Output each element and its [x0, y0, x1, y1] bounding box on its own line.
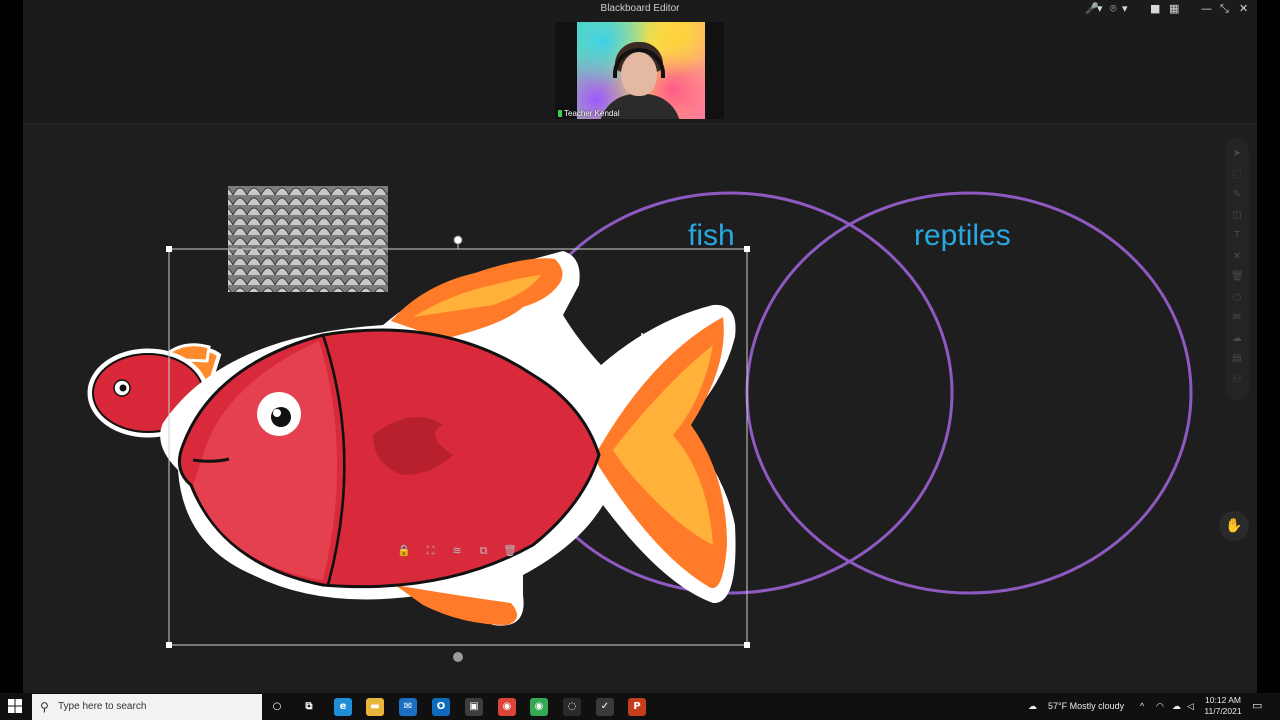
- tools-icon[interactable]: ✕: [1231, 251, 1243, 263]
- fish-scales-image[interactable]: [228, 186, 388, 292]
- layers-icon[interactable]: ≋: [450, 544, 464, 558]
- restore-button[interactable]: ⤡: [1220, 2, 1229, 16]
- task-view-icon[interactable]: ⧉: [300, 698, 318, 716]
- close-button[interactable]: ✕: [1239, 2, 1248, 16]
- rotate-handle-icon[interactable]: [453, 235, 463, 245]
- lock-icon[interactable]: 🔒: [397, 544, 411, 558]
- delete-icon[interactable]: 🗑: [503, 544, 517, 558]
- participant-video[interactable]: Teacher Kendal: [555, 22, 724, 119]
- chrome-icon[interactable]: ◉: [498, 698, 516, 716]
- onedrive-icon[interactable]: ☁: [1172, 698, 1181, 714]
- windows-taskbar: ⚲ Type here to search ○ ⧉ e ▬ ✉ O ▣ ◉ ◉ ◌ ✓ P ☁ 57°…: [0, 693, 1280, 720]
- raise-hand-button[interactable]: ✋: [1219, 511, 1249, 541]
- window-header: Blackboard Editor 🎤 ▾ ⌾ ▾ ■ ▦ — ⤡ ✕ Teac…: [23, 0, 1257, 124]
- venn-circle-reptiles[interactable]: [745, 191, 1193, 595]
- window-title: Blackboard Editor: [600, 3, 680, 14]
- taskbar-search-box[interactable]: ⚲ Type here to search: [32, 694, 262, 720]
- windows-start-icon[interactable]: [8, 699, 22, 713]
- notifications-icon[interactable]: ▭: [1252, 698, 1262, 714]
- participant-name: Teacher Kendal: [564, 109, 620, 118]
- raise-hand-icon: ✋: [1225, 518, 1243, 534]
- trash-icon[interactable]: 🗑: [1231, 271, 1244, 283]
- grid-view-icon[interactable]: ▦: [1169, 2, 1179, 16]
- powerpoint-icon[interactable]: P: [628, 698, 646, 716]
- mic-active-indicator-icon: [558, 110, 562, 117]
- duplicate-icon[interactable]: ⧉: [477, 544, 491, 558]
- mail-icon[interactable]: ✉: [399, 698, 417, 716]
- cortana-icon[interactable]: ○: [268, 698, 286, 716]
- briefcase-icon[interactable]: ▤: [1231, 353, 1243, 365]
- pointer-icon[interactable]: ➤: [1231, 148, 1243, 160]
- search-icon: ⚲: [40, 700, 49, 714]
- crop-icon[interactable]: ⛶: [424, 544, 438, 558]
- taskbar-clock[interactable]: 10:12 AM 11/7/2021: [1200, 695, 1246, 717]
- participant-name-label: Teacher Kendal: [558, 109, 620, 118]
- chat-icon[interactable]: ✉: [1231, 312, 1243, 324]
- select-icon[interactable]: ⬚: [1231, 169, 1243, 181]
- text-icon[interactable]: T: [1231, 230, 1243, 242]
- weather-icon[interactable]: ☁: [1028, 698, 1037, 714]
- venn-label-reptiles[interactable]: reptiles: [914, 219, 1011, 252]
- cloud-icon[interactable]: ☁: [1231, 333, 1243, 345]
- eraser-icon[interactable]: ◫: [1231, 210, 1243, 222]
- whiteboard-stage: fish reptiles: [87, 186, 1193, 662]
- file-explorer-icon[interactable]: ▬: [366, 698, 384, 716]
- clock-date: 11/7/2021: [1204, 706, 1242, 716]
- audio-settings-icon[interactable]: ⌾: [1110, 2, 1117, 16]
- selection-toolbar: 🔒 ⛶ ≋ ⧉ 🗑: [389, 542, 525, 562]
- wifi-icon[interactable]: ◠: [1156, 698, 1164, 714]
- pen-icon[interactable]: ✎: [1231, 189, 1243, 201]
- blackboard-editor-window: Blackboard Editor 🎤 ▾ ⌾ ▾ ■ ▦ — ⤡ ✕ Teac…: [23, 0, 1257, 693]
- big-fish-sticker[interactable]: [160, 251, 736, 626]
- minimize-button[interactable]: —: [1201, 2, 1212, 16]
- show-hidden-icons-chevron-icon[interactable]: ^: [1140, 698, 1144, 714]
- weather-text[interactable]: 57°F Mostly cloudy: [1048, 698, 1124, 714]
- editor-tools-sidebar: ➤ ⬚ ✎ ◫ T ✕ 🗑 ○ ✉ ☁ ▤ ⚇: [1225, 138, 1249, 400]
- desktop: Blackboard Editor 🎤 ▾ ⌾ ▾ ■ ▦ — ⤡ ✕ Teac…: [0, 0, 1280, 720]
- mic-options-chevron-icon[interactable]: ▾: [1097, 2, 1103, 16]
- edge-icon[interactable]: e: [334, 698, 352, 716]
- store-icon[interactable]: ▣: [465, 698, 483, 716]
- audio-options-chevron-icon[interactable]: ▾: [1122, 2, 1128, 16]
- blackboard-icon[interactable]: ✓: [596, 698, 614, 716]
- whiteboard-canvas[interactable]: fish reptiles: [23, 125, 1257, 693]
- venn-label-fish[interactable]: fish: [688, 219, 735, 252]
- people-icon[interactable]: ⚇: [1231, 374, 1243, 386]
- shapes-icon[interactable]: ○: [1231, 292, 1243, 304]
- bottom-handle-icon[interactable]: [453, 652, 463, 662]
- clock-time: 10:12 AM: [1205, 695, 1241, 705]
- outlook-icon[interactable]: O: [432, 698, 450, 716]
- chrome-alt-icon[interactable]: ◉: [530, 698, 548, 716]
- search-placeholder: Type here to search: [58, 701, 147, 712]
- app-icon[interactable]: ◌: [563, 698, 581, 716]
- camera-icon[interactable]: ■: [1150, 2, 1160, 16]
- volume-icon[interactable]: ◁: [1187, 698, 1194, 714]
